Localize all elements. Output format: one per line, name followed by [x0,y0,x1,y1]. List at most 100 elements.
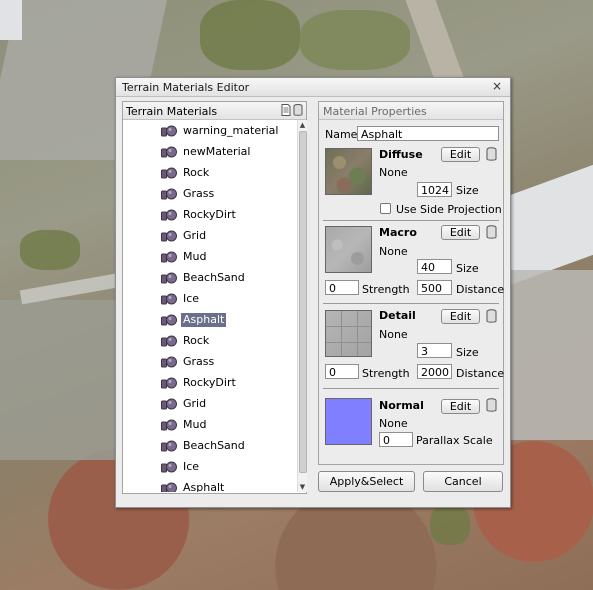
tree-item-label: RockyDirt [183,376,236,389]
tree-item[interactable]: Mud [153,417,293,433]
tree-item-label: Rock [183,334,210,347]
macro-strength-label: Strength [362,283,410,296]
detail-edit-button[interactable]: Edit [441,309,480,324]
tree-scrollbar[interactable]: ▲ ▼ [297,120,307,492]
tree-item[interactable]: RockyDirt [153,207,293,223]
scroll-down-icon[interactable]: ▼ [298,482,307,492]
materials-tree-panel: Terrain Materials warning_material newMat… [122,101,307,494]
parallax-scale-input[interactable]: 0 [379,432,413,447]
diffuse-title: Diffuse [379,148,423,161]
properties-header-label: Material Properties [323,105,427,118]
new-document-icon[interactable] [281,104,291,116]
material-properties-panel: Material Properties Name Asphalt Diffuse… [318,101,504,465]
material-sphere-icon [161,356,177,368]
properties-header: Material Properties [319,102,503,120]
tree-item[interactable]: Rock [153,165,293,181]
detail-distance-label: Distance [456,367,505,380]
macro-strength-input[interactable]: 0 [325,280,359,295]
normal-file: None [379,417,408,430]
tree-item[interactable]: RockyDirt [153,375,293,391]
material-sphere-icon [161,440,177,452]
detail-title: Detail [379,309,416,322]
detail-file: None [379,328,408,341]
tree-header: Terrain Materials [123,102,306,120]
tree-item[interactable]: Mud [153,249,293,265]
tree-item[interactable]: Ice [153,291,293,307]
tree-item-label: Ice [183,292,200,305]
detail-size-label: Size [456,346,479,359]
detail-distance-input[interactable]: 2000 [417,364,452,379]
name-input[interactable]: Asphalt [357,126,499,141]
material-sphere-icon [161,398,177,410]
material-sphere-icon [161,209,177,221]
side-projection-label: Use Side Projection [396,203,502,216]
diffuse-file: None [379,166,408,179]
material-sphere-icon [161,461,177,473]
detail-size-input[interactable]: 3 [417,343,452,358]
material-sphere-icon [161,314,177,326]
diffuse-size-input[interactable]: 1024 [417,182,452,197]
normal-thumbnail [325,398,372,445]
detail-thumbnail [325,310,372,357]
material-sphere-icon [161,335,177,347]
separator [323,303,499,304]
apply-select-button[interactable]: Apply&Select [318,471,415,492]
normal-title: Normal [379,399,424,412]
macro-distance-input[interactable]: 500 [417,280,452,295]
tree-item[interactable]: BeachSand [153,438,293,454]
material-sphere-icon [161,293,177,305]
macro-size-label: Size [456,262,479,275]
separator [323,220,499,221]
tree-item[interactable]: Rock [153,333,293,349]
parallax-scale-label: Parallax Scale [416,434,493,447]
tree-item[interactable]: warning_material [153,123,293,139]
diffuse-thumbnail [325,148,372,195]
material-sphere-icon [161,188,177,200]
macro-edit-button[interactable]: Edit [441,225,480,240]
normal-edit-button[interactable]: Edit [441,399,480,414]
tree-item[interactable]: Grass [153,354,293,370]
macro-size-input[interactable]: 40 [417,259,452,274]
trash-icon[interactable] [486,309,497,323]
detail-strength-label: Strength [362,367,410,380]
tree-item-label: Grid [183,229,207,242]
trash-icon[interactable] [293,104,303,116]
tree-item[interactable]: Asphalt [153,312,293,328]
tree-item[interactable]: Ice [153,459,293,475]
detail-strength-input[interactable]: 0 [325,364,359,379]
macro-title: Macro [379,226,417,239]
tree-item[interactable]: Asphalt [153,480,293,492]
cancel-button[interactable]: Cancel [423,471,503,492]
trash-icon[interactable] [486,225,497,239]
materials-tree: warning_material newMaterial Rock Grass Rock… [123,120,297,492]
tree-item-label: BeachSand [183,439,245,452]
tree-item-label: Mud [183,250,207,263]
diffuse-size-label: Size [456,184,479,197]
tree-item-label: Asphalt [183,481,225,492]
trash-icon[interactable] [486,398,497,412]
tree-item-label: Grid [183,397,207,410]
material-sphere-icon [161,251,177,263]
tree-item[interactable]: Grid [153,396,293,412]
title-bar[interactable]: Terrain Materials Editor × [116,78,510,97]
material-sphere-icon [161,167,177,179]
tree-item-label: Mud [183,418,207,431]
scrollbar-thumb[interactable] [299,131,307,473]
trash-icon[interactable] [486,147,497,161]
tree-item-label: Rock [183,166,210,179]
tree-item-label: Ice [183,460,200,473]
tree-item[interactable]: newMaterial [153,144,293,160]
diffuse-edit-button[interactable]: Edit [441,147,480,162]
tree-item-label: Asphalt [181,313,227,327]
close-icon[interactable]: × [492,79,502,93]
tree-item-label: Grass [183,187,215,200]
material-sphere-icon [161,377,177,389]
tree-header-label: Terrain Materials [126,105,218,118]
window-title: Terrain Materials Editor [122,81,250,94]
tree-item[interactable]: Grass [153,186,293,202]
tree-item[interactable]: BeachSand [153,270,293,286]
scroll-up-icon[interactable]: ▲ [298,120,307,130]
tree-item[interactable]: Grid [153,228,293,244]
material-sphere-icon [161,146,177,158]
side-projection-checkbox[interactable] [380,203,391,214]
